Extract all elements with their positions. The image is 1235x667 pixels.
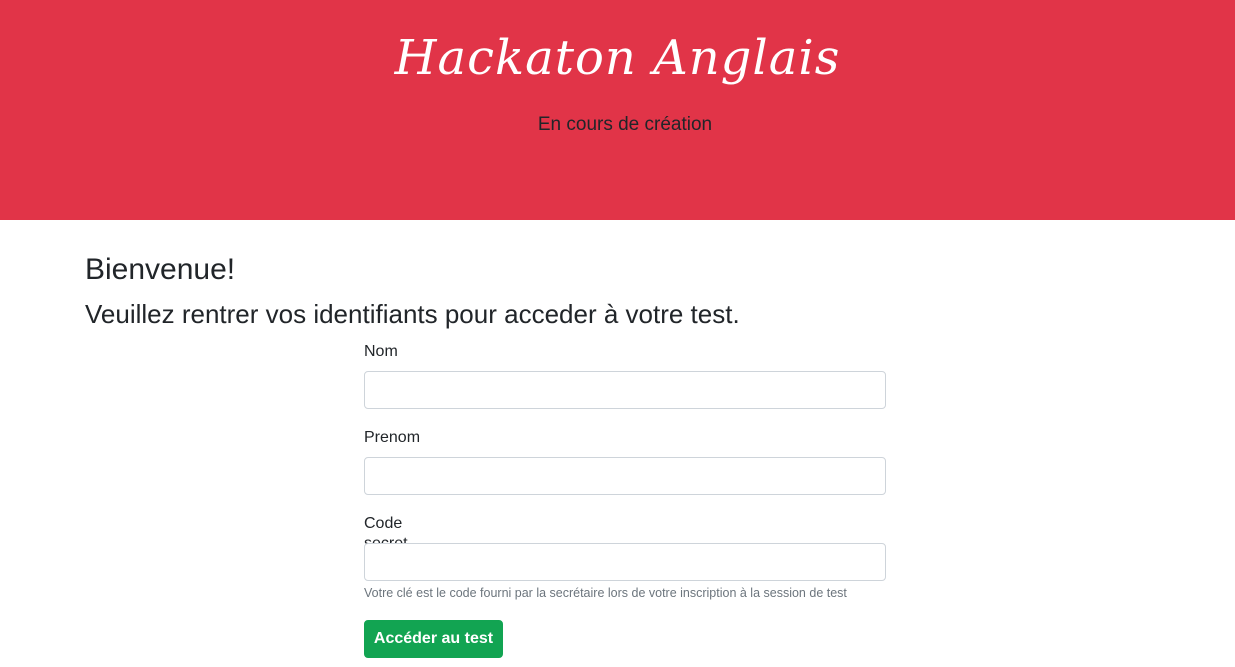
prenom-label: Prenom (364, 429, 421, 446)
nom-input[interactable] (364, 371, 886, 409)
prenom-input[interactable] (364, 457, 886, 495)
header-banner: Hackaton Anglais En cours de création (0, 0, 1235, 220)
instruction-heading: Veuillez rentrer vos identifiants pour a… (85, 299, 740, 329)
nom-label: Nom (364, 343, 398, 360)
submit-button[interactable]: Accéder au test (364, 620, 503, 658)
welcome-heading: Bienvenue! (85, 253, 236, 286)
code-label: Code secret (364, 515, 408, 552)
site-subtitle: En cours de création (537, 114, 713, 135)
code-secret-input[interactable] (364, 543, 886, 581)
site-title: Hackaton Anglais (394, 30, 841, 86)
code-help-text: Votre clé est le code fourni par la secr… (364, 586, 847, 600)
